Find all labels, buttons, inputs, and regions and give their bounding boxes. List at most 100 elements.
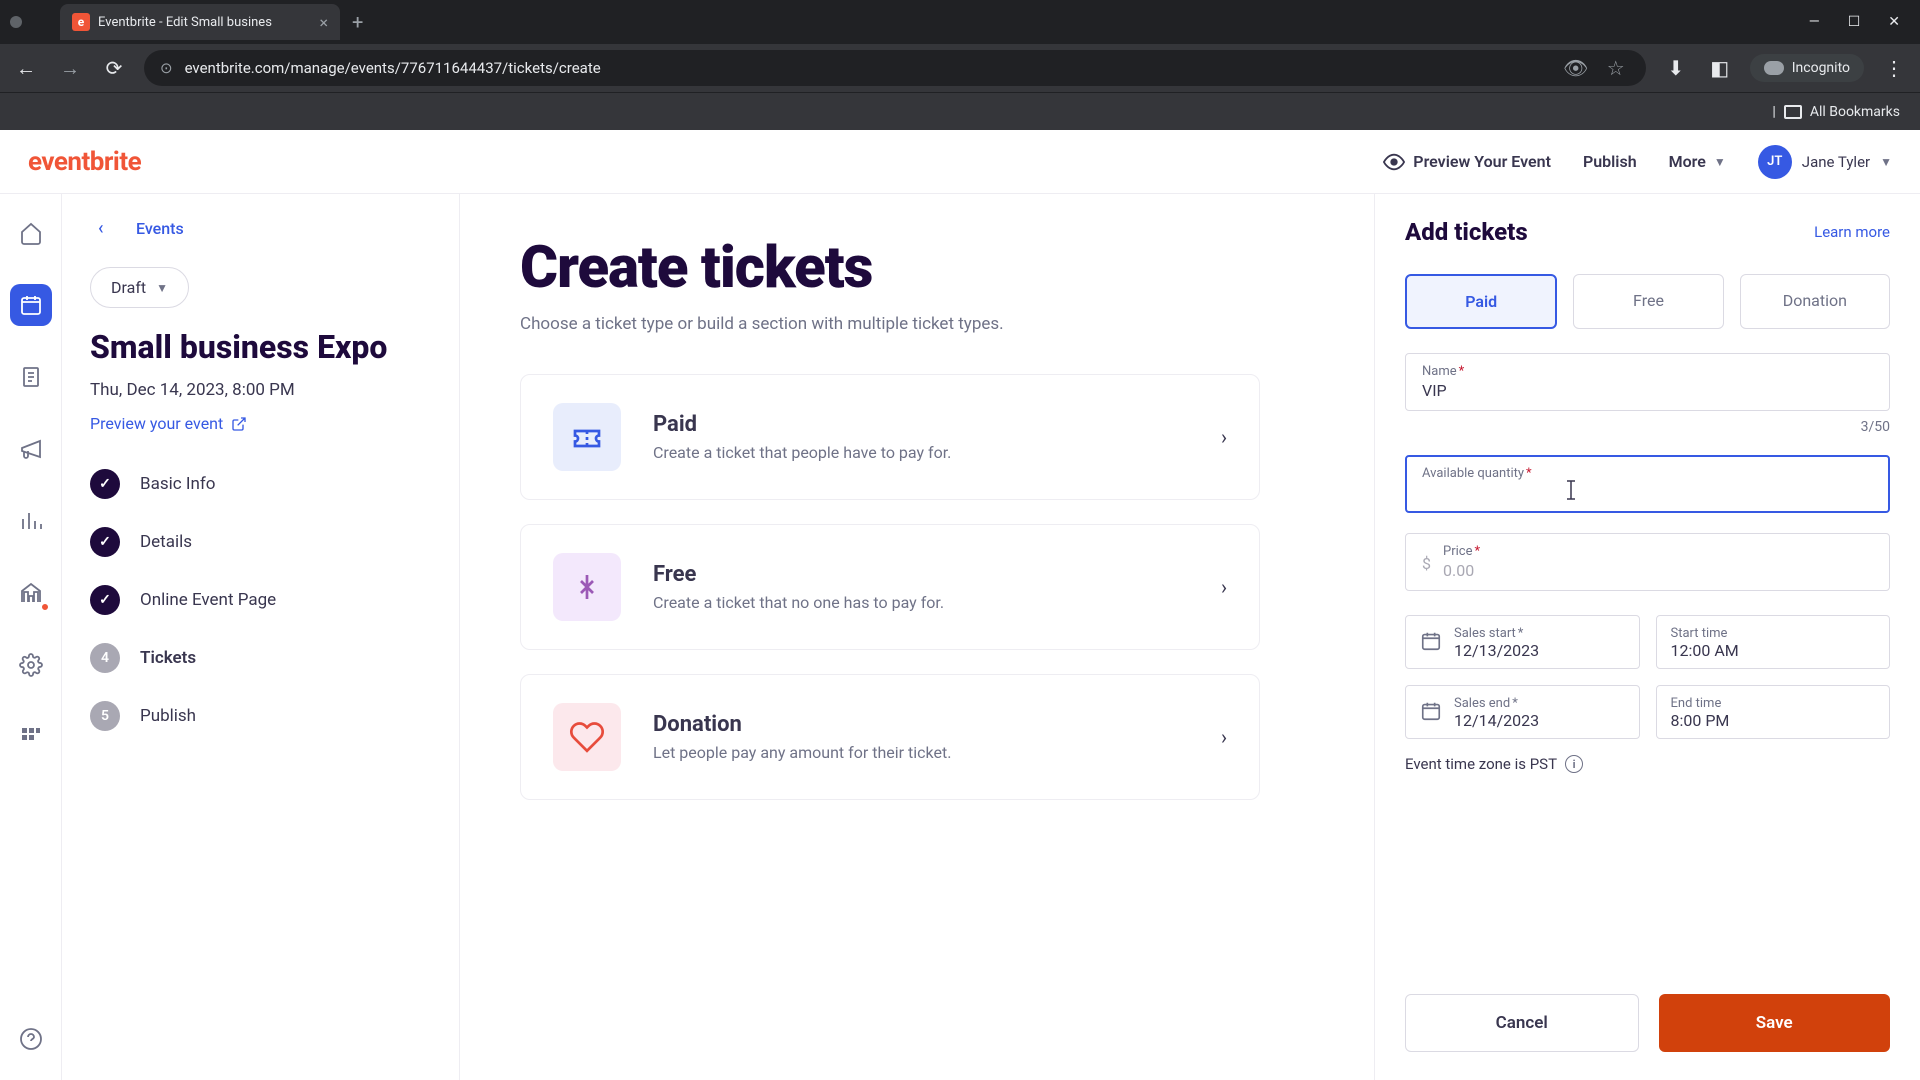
quantity-field[interactable]: Available quantity* (1405, 455, 1890, 513)
calendar-icon (1420, 630, 1442, 656)
info-icon[interactable]: i (1565, 755, 1583, 773)
side-panel-icon[interactable]: ◧ (1706, 56, 1734, 80)
step-number-icon: 4 (90, 643, 120, 673)
close-window-icon[interactable]: ✕ (1888, 14, 1900, 30)
bookmark-bar: | All Bookmarks (0, 92, 1920, 130)
minimize-icon[interactable]: — (1809, 14, 1820, 30)
user-menu[interactable]: JT Jane Tyler ▼ (1758, 145, 1892, 179)
url-text: eventbrite.com/manage/events/77671164443… (185, 59, 1550, 77)
app: eventbrite Preview Your Event Publish Mo… (0, 130, 1920, 1080)
favicon-icon: e (72, 13, 90, 31)
rail-reports[interactable] (10, 500, 52, 542)
chevron-down-icon: ▼ (1714, 155, 1726, 169)
char-count: 3/50 (1405, 419, 1890, 435)
chevron-down-icon: ▼ (1880, 155, 1892, 169)
back-icon[interactable]: ← (12, 56, 40, 81)
all-bookmarks-button[interactable]: All Bookmarks (1810, 104, 1900, 120)
downloads-icon[interactable]: ⬇ (1662, 56, 1690, 80)
currency-symbol: $ (1422, 554, 1431, 573)
preview-your-event-link[interactable]: Preview your event (90, 414, 431, 433)
step-tickets[interactable]: 4 Tickets (90, 643, 431, 673)
rail-events[interactable] (10, 284, 52, 326)
more-button[interactable]: More ▼ (1669, 152, 1726, 171)
app-header: eventbrite Preview Your Event Publish Mo… (0, 130, 1920, 194)
tab-bar: e Eventbrite - Edit Small busines × + — … (0, 0, 1920, 44)
end-time-field[interactable]: End time 8:00 PM (1656, 685, 1891, 739)
maximize-icon[interactable]: ☐ (1848, 14, 1861, 30)
site-info-icon[interactable]: ⊙ (160, 59, 173, 77)
sales-start-field[interactable]: Sales start* 12/13/2023 (1405, 615, 1640, 669)
sidebar: ‹ Events Draft ▼ Small business Expo Thu… (62, 194, 460, 1080)
main-content: Create tickets Choose a ticket type or b… (460, 194, 1374, 1080)
price-field[interactable]: $ Price* (1405, 533, 1890, 591)
price-input[interactable] (1443, 559, 1873, 582)
quantity-input[interactable] (1422, 481, 1873, 504)
traffic-light-icon (10, 16, 22, 28)
logo[interactable]: eventbrite (28, 147, 141, 177)
rail-marketing[interactable] (10, 428, 52, 470)
step-details[interactable]: ✓ Details (90, 527, 431, 557)
name-input[interactable] (1422, 379, 1873, 402)
tab-free[interactable]: Free (1573, 274, 1723, 329)
calendar-icon (1420, 700, 1442, 726)
step-basic-info[interactable]: ✓ Basic Info (90, 469, 431, 499)
publish-button[interactable]: Publish (1583, 152, 1637, 171)
rail-help[interactable] (10, 1018, 52, 1060)
panel-title: Add tickets (1405, 218, 1528, 246)
page-subtitle: Choose a ticket type or build a section … (520, 314, 1314, 334)
chevron-right-icon: › (1221, 725, 1227, 749)
step-list: ✓ Basic Info ✓ Details ✓ Online Event Pa… (90, 469, 431, 731)
back-to-events[interactable]: ‹ Events (98, 218, 431, 239)
user-name: Jane Tyler (1802, 153, 1870, 171)
sales-end-field[interactable]: Sales end* 12/14/2023 (1405, 685, 1640, 739)
incognito-badge[interactable]: Incognito (1750, 54, 1864, 82)
chevron-right-icon: › (1221, 425, 1227, 449)
chevron-down-icon: ▼ (156, 281, 168, 295)
preview-event-button[interactable]: Preview Your Event (1383, 151, 1551, 173)
step-online-event-page[interactable]: ✓ Online Event Page (90, 585, 431, 615)
external-link-icon (231, 416, 247, 432)
ticket-icon (553, 403, 621, 471)
reload-icon[interactable]: ⟳ (100, 56, 128, 80)
save-button[interactable]: Save (1659, 994, 1891, 1052)
check-icon: ✓ (90, 527, 120, 557)
browser-chrome: e Eventbrite - Edit Small busines × + — … (0, 0, 1920, 130)
rail-finance[interactable] (10, 572, 52, 614)
name-field[interactable]: Name* (1405, 353, 1890, 411)
learn-more-link[interactable]: Learn more (1814, 223, 1890, 241)
close-tab-icon[interactable]: × (319, 13, 328, 32)
chevron-right-icon: › (1221, 575, 1227, 599)
nav-bar: ← → ⟳ ⊙ eventbrite.com/manage/events/776… (0, 44, 1920, 92)
url-bar[interactable]: ⊙ eventbrite.com/manage/events/776711644… (144, 50, 1646, 86)
rail-settings[interactable] (10, 644, 52, 686)
timezone-note: Event time zone is PST i (1405, 755, 1890, 773)
chevron-left-icon: ‹ (98, 218, 116, 239)
heart-icon (553, 703, 621, 771)
tab-donation[interactable]: Donation (1740, 274, 1890, 329)
forward-icon: → (56, 56, 84, 81)
rail-apps[interactable] (10, 716, 52, 758)
rail-orders[interactable] (10, 356, 52, 398)
ticket-card-paid[interactable]: Paid Create a ticket that people have to… (520, 374, 1260, 500)
tab-paid[interactable]: Paid (1405, 274, 1557, 329)
check-icon: ✓ (90, 585, 120, 615)
menu-icon[interactable]: ⋮ (1880, 56, 1908, 80)
incognito-icon (1764, 61, 1784, 75)
cancel-button[interactable]: Cancel (1405, 994, 1639, 1052)
status-dropdown[interactable]: Draft ▼ (90, 267, 189, 308)
window-controls: — ☐ ✕ (1809, 14, 1920, 30)
start-time-field[interactable]: Start time 12:00 AM (1656, 615, 1891, 669)
rail-home[interactable] (10, 212, 52, 254)
icon-rail (0, 194, 62, 1080)
bookmark-star-icon[interactable]: ☆ (1602, 56, 1630, 80)
eye-off-icon[interactable]: 👁 (1562, 56, 1590, 80)
ticket-card-donation[interactable]: Donation Let people pay any amount for t… (520, 674, 1260, 800)
ticket-type-tabs: Paid Free Donation (1405, 274, 1890, 329)
free-icon (553, 553, 621, 621)
ticket-card-free[interactable]: Free Create a ticket that no one has to … (520, 524, 1260, 650)
event-title: Small business Expo (90, 328, 431, 366)
new-tab-button[interactable]: + (352, 10, 363, 34)
step-publish[interactable]: 5 Publish (90, 701, 431, 731)
step-number-icon: 5 (90, 701, 120, 731)
browser-tab[interactable]: e Eventbrite - Edit Small busines × (60, 4, 340, 40)
